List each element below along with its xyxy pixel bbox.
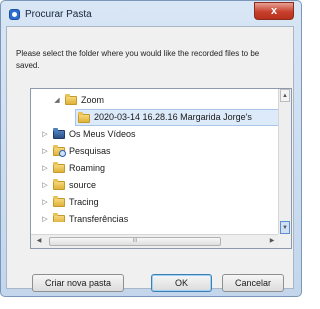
- tree-item-label: 2020-03-14 16.28.16 Margarida Jorge's: [94, 112, 252, 122]
- instruction-text: Please select the folder where you would…: [16, 49, 260, 70]
- folder-icon: [65, 94, 77, 105]
- tree-item-label: source: [69, 180, 97, 190]
- search-folder-icon: [53, 145, 66, 157]
- vertical-scrollbar[interactable]: ▲ ▼: [278, 89, 291, 234]
- tree-item-pesquisas[interactable]: ▷ Pesquisas: [31, 143, 279, 160]
- tree-item-label: Transferências: [69, 214, 129, 222]
- folder-icon: [53, 162, 65, 173]
- folder-icon: [78, 112, 90, 123]
- folder-icon: [53, 213, 65, 222]
- folder-icon: [53, 196, 65, 207]
- expand-arrow-icon[interactable]: ▷: [41, 177, 49, 194]
- tree-item-label: Zoom: [81, 95, 105, 105]
- scroll-right-icon[interactable]: ▶: [266, 236, 278, 247]
- tree-item-label: Roaming: [69, 163, 106, 173]
- title-bar[interactable]: Procurar Pasta x: [1, 1, 301, 27]
- app-icon: [9, 9, 20, 20]
- video-folder-icon: [53, 128, 65, 139]
- expand-arrow-icon[interactable]: ▷: [41, 160, 49, 177]
- folder-tree[interactable]: ◢ Zoom 2020-03-14 16.28.16 Margarida Jor…: [30, 88, 292, 249]
- collapse-arrow-icon[interactable]: ◢: [53, 92, 61, 109]
- tree-item-zoom[interactable]: ◢ Zoom: [31, 92, 279, 109]
- new-folder-button[interactable]: Criar nova pasta: [32, 274, 124, 292]
- tree-item-recording-folder[interactable]: 2020-03-14 16.28.16 Margarida Jorge's: [75, 109, 279, 126]
- scroll-left-icon[interactable]: ◀: [33, 236, 45, 247]
- tree-item-roaming[interactable]: ▷ Roaming: [31, 160, 279, 177]
- close-button[interactable]: x: [254, 2, 294, 20]
- scroll-down-icon[interactable]: ▼: [280, 221, 290, 234]
- tree-item-label: Pesquisas: [69, 146, 111, 156]
- expand-arrow-icon[interactable]: ▷: [41, 194, 49, 211]
- cancel-button[interactable]: Cancelar: [222, 274, 284, 292]
- horizontal-scrollbar[interactable]: ◀ III ▶: [31, 234, 280, 248]
- expand-arrow-icon[interactable]: ▷: [41, 143, 49, 160]
- tree-item-tracing[interactable]: ▷ Tracing: [31, 194, 279, 211]
- dialog-title: Procurar Pasta: [25, 9, 92, 20]
- scroll-up-icon[interactable]: ▲: [280, 89, 290, 102]
- expand-arrow-icon[interactable]: ▷: [41, 211, 49, 222]
- ok-button[interactable]: OK: [151, 274, 212, 292]
- tree-item-label: Tracing: [69, 197, 99, 207]
- tree-item-source[interactable]: ▷ source: [31, 177, 279, 194]
- horizontal-scroll-thumb[interactable]: III: [49, 237, 221, 246]
- tree-item-os-meus-videos[interactable]: ▷ Os Meus Vídeos: [31, 126, 279, 143]
- expand-arrow-icon[interactable]: ▷: [41, 126, 49, 143]
- tree-item-transferencias[interactable]: ▷ Transferências: [31, 211, 279, 222]
- scrollbar-corner: [278, 234, 291, 248]
- tree-item-label: Os Meus Vídeos: [69, 129, 136, 139]
- folder-icon: [53, 179, 65, 190]
